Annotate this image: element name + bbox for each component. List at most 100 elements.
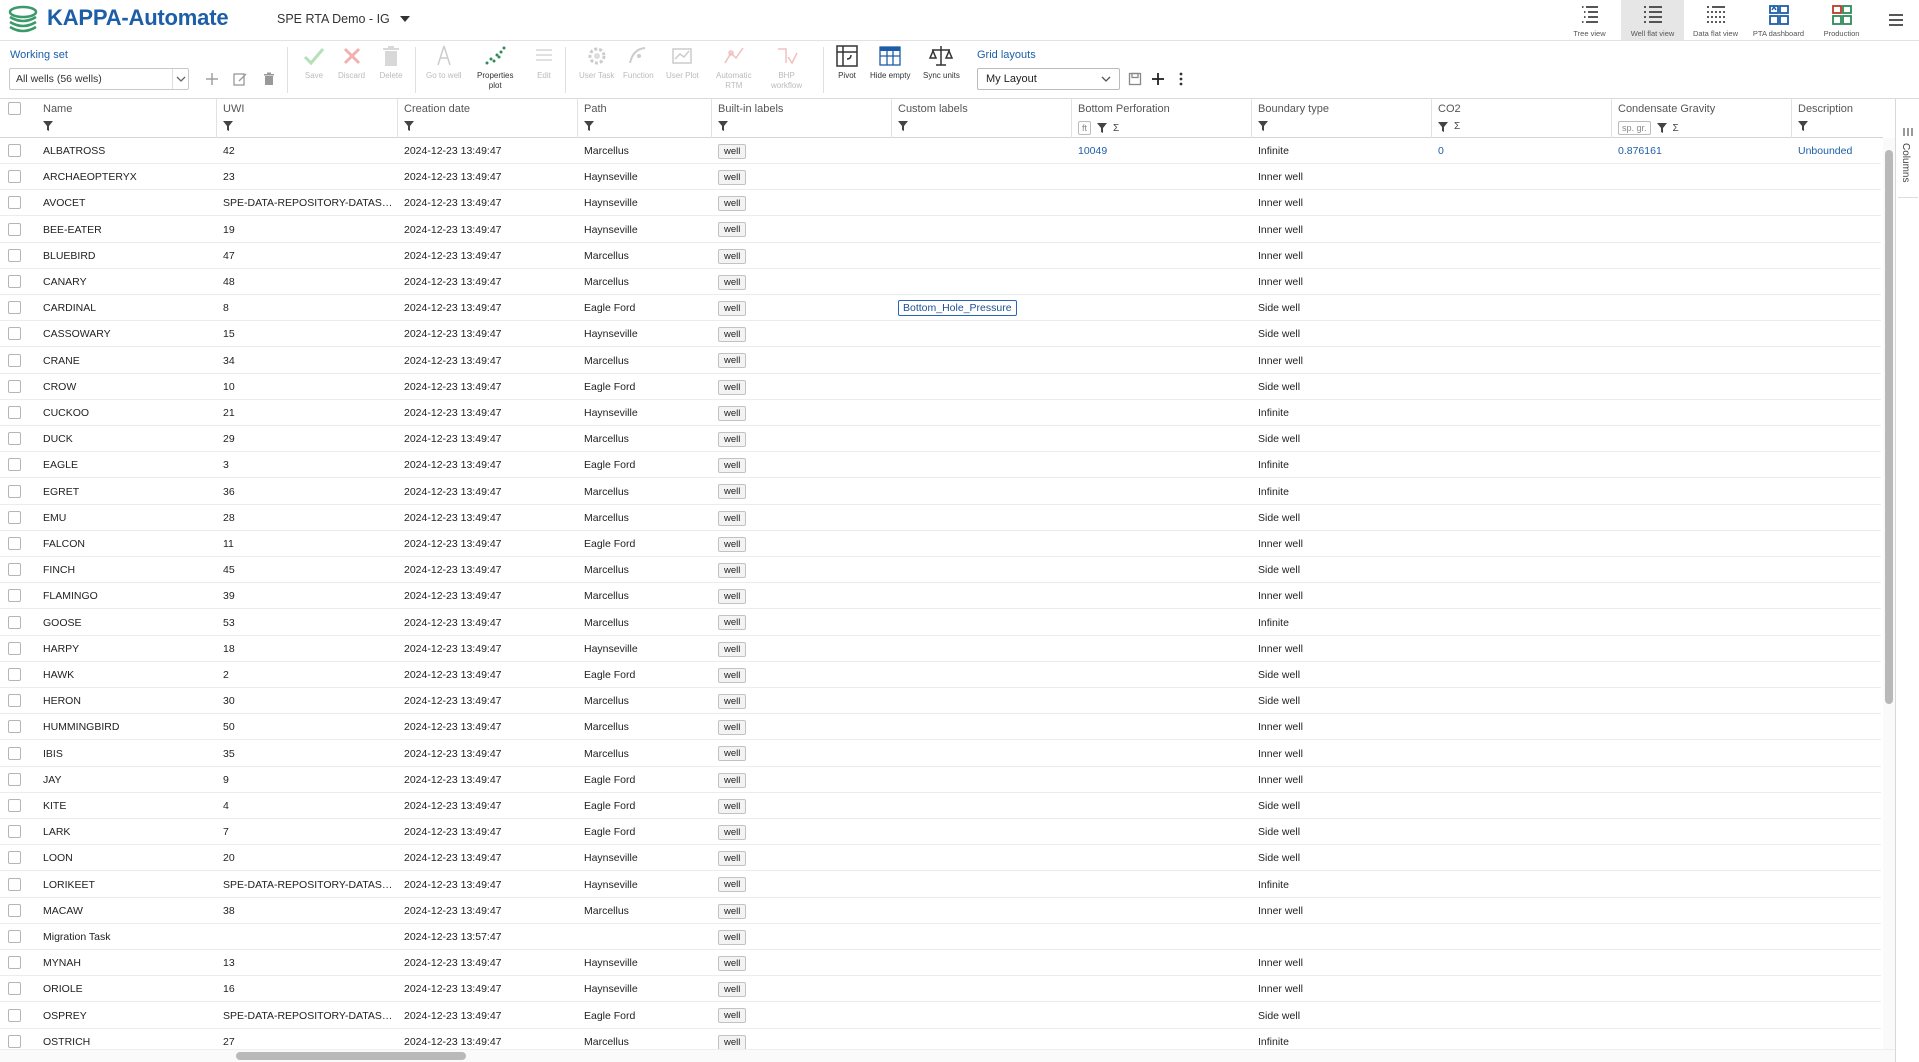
cell-bottom-perforation[interactable] [1072,1029,1252,1049]
cell-description[interactable] [1792,348,1883,374]
cell-uwi[interactable]: 39 [217,583,398,609]
cell-bottom-perforation[interactable] [1072,872,1252,898]
cell-condensate-gravity[interactable] [1612,583,1792,609]
cell-name[interactable]: JAY [37,767,217,793]
filter-icon[interactable] [1438,121,1448,132]
add-working-set-icon[interactable] [204,71,220,87]
cell-path[interactable]: Haynseville [578,190,712,216]
cell-path[interactable]: Marcellus [578,583,712,609]
cell-name[interactable]: EGRET [37,479,217,505]
row-checkbox[interactable] [8,903,21,917]
row-checkbox[interactable] [8,825,21,839]
cell-creation-date[interactable]: 2024-12-23 13:49:47 [398,348,578,374]
cell-description[interactable] [1792,976,1883,1002]
cell-custom-label[interactable] [892,950,1072,976]
cell-creation-date[interactable]: 2024-12-23 13:49:47 [398,505,578,531]
cell-boundary-type[interactable]: Side well [1252,557,1432,583]
working-set-select[interactable]: All wells (56 wells) [9,68,189,90]
cell-boundary-type[interactable]: Side well [1252,819,1432,845]
cell-builtin-label[interactable]: well [712,243,892,269]
cell-creation-date[interactable]: 2024-12-23 13:49:47 [398,741,578,767]
cell-description[interactable] [1792,819,1883,845]
filter-icon[interactable] [404,121,414,131]
cell-description[interactable] [1792,1003,1883,1029]
cell-uwi[interactable]: 34 [217,348,398,374]
cell-co2[interactable]: 0 [1432,138,1612,164]
project-selector[interactable]: SPE RTA Demo - IG [277,12,410,26]
cell-uwi[interactable]: 15 [217,321,398,347]
cell-creation-date[interactable]: 2024-12-23 13:49:47 [398,793,578,819]
table-row[interactable]: HUMMINGBIRD 50 2024-12-23 13:49:47 Marcellu… [0,714,1881,741]
cell-description[interactable] [1792,505,1883,531]
cell-description[interactable] [1792,767,1883,793]
cell-creation-date[interactable]: 2024-12-23 13:49:47 [398,1003,578,1029]
cell-name[interactable]: HUMMINGBIRD [37,714,217,740]
cell-bottom-perforation[interactable] [1072,924,1252,950]
sum-icon[interactable]: Σ [1454,121,1460,132]
cell-builtin-label[interactable]: well [712,793,892,819]
cell-custom-label[interactable] [892,479,1072,505]
filter-icon[interactable] [1258,121,1268,131]
cell-custom-label[interactable] [892,348,1072,374]
pivot-button[interactable]: Pivot [834,43,860,81]
cell-co2[interactable] [1432,295,1612,321]
cell-condensate-gravity[interactable] [1612,688,1792,714]
cell-description[interactable] [1792,557,1883,583]
cell-custom-label[interactable] [892,1003,1072,1029]
cell-builtin-label[interactable]: well [712,217,892,243]
cell-bottom-perforation[interactable] [1072,426,1252,452]
cell-path[interactable]: Haynseville [578,636,712,662]
cell-co2[interactable] [1432,348,1612,374]
cell-condensate-gravity[interactable] [1612,845,1792,871]
cell-custom-label[interactable] [892,610,1072,636]
cell-creation-date[interactable]: 2024-12-23 13:49:47 [398,662,578,688]
table-row[interactable]: FLAMINGO 39 2024-12-23 13:49:47 Marcellus we… [0,583,1881,610]
cell-boundary-type[interactable]: Inner well [1252,898,1432,924]
cell-name[interactable]: CANARY [37,269,217,295]
table-row[interactable]: EMU 28 2024-12-23 13:49:47 Marcellus well Sid… [0,505,1881,531]
cell-co2[interactable] [1432,924,1612,950]
edit-button[interactable]: Edit [531,43,557,81]
cell-name[interactable]: DUCK [37,426,217,452]
cell-bottom-perforation[interactable] [1072,557,1252,583]
row-checkbox[interactable] [8,144,21,157]
cell-name[interactable]: AVOCET [37,190,217,216]
filter-icon[interactable] [718,121,728,131]
cell-path[interactable]: Marcellus [578,426,712,452]
cell-description[interactable] [1792,269,1883,295]
cell-creation-date[interactable]: 2024-12-23 13:49:47 [398,767,578,793]
cell-custom-label[interactable] [892,583,1072,609]
cell-builtin-label[interactable]: well [712,767,892,793]
cell-uwi[interactable]: SPE-DATA-REPOSITORY-DATASET- [217,872,398,898]
cell-custom-label[interactable] [892,793,1072,819]
cell-creation-date[interactable]: 2024-12-23 13:49:47 [398,269,578,295]
cell-name[interactable]: FALCON [37,531,217,557]
cell-co2[interactable] [1432,164,1612,190]
horizontal-scroll-thumb[interactable] [236,1052,466,1060]
cell-path[interactable]: Marcellus [578,898,712,924]
cell-boundary-type[interactable]: Inner well [1252,531,1432,557]
table-row[interactable]: BLUEBIRD 47 2024-12-23 13:49:47 Marcellus we… [0,243,1881,269]
cell-creation-date[interactable]: 2024-12-23 13:49:47 [398,819,578,845]
cell-boundary-type[interactable]: Side well [1252,688,1432,714]
cell-description[interactable] [1792,426,1883,452]
cell-bottom-perforation[interactable] [1072,295,1252,321]
cell-co2[interactable] [1432,557,1612,583]
cell-uwi[interactable]: 47 [217,243,398,269]
cell-bottom-perforation[interactable] [1072,479,1252,505]
cell-co2[interactable] [1432,217,1612,243]
cell-path[interactable]: Marcellus [578,610,712,636]
table-row[interactable]: FALCON 11 2024-12-23 13:49:47 Eagle Ford wel… [0,531,1881,557]
cell-condensate-gravity[interactable] [1612,714,1792,740]
cell-creation-date[interactable]: 2024-12-23 13:49:47 [398,714,578,740]
cell-boundary-type[interactable]: Inner well [1252,950,1432,976]
column-header-name[interactable]: Name [37,99,217,138]
grid-layout-select[interactable]: My Layout [977,68,1120,90]
row-checkbox[interactable] [8,353,21,367]
cell-condensate-gravity[interactable] [1612,610,1792,636]
cell-name[interactable]: CROW [37,374,217,400]
cell-boundary-type[interactable]: Inner well [1252,583,1432,609]
cell-condensate-gravity[interactable] [1612,479,1792,505]
cell-co2[interactable] [1432,321,1612,347]
save-layout-icon[interactable] [1127,71,1143,87]
